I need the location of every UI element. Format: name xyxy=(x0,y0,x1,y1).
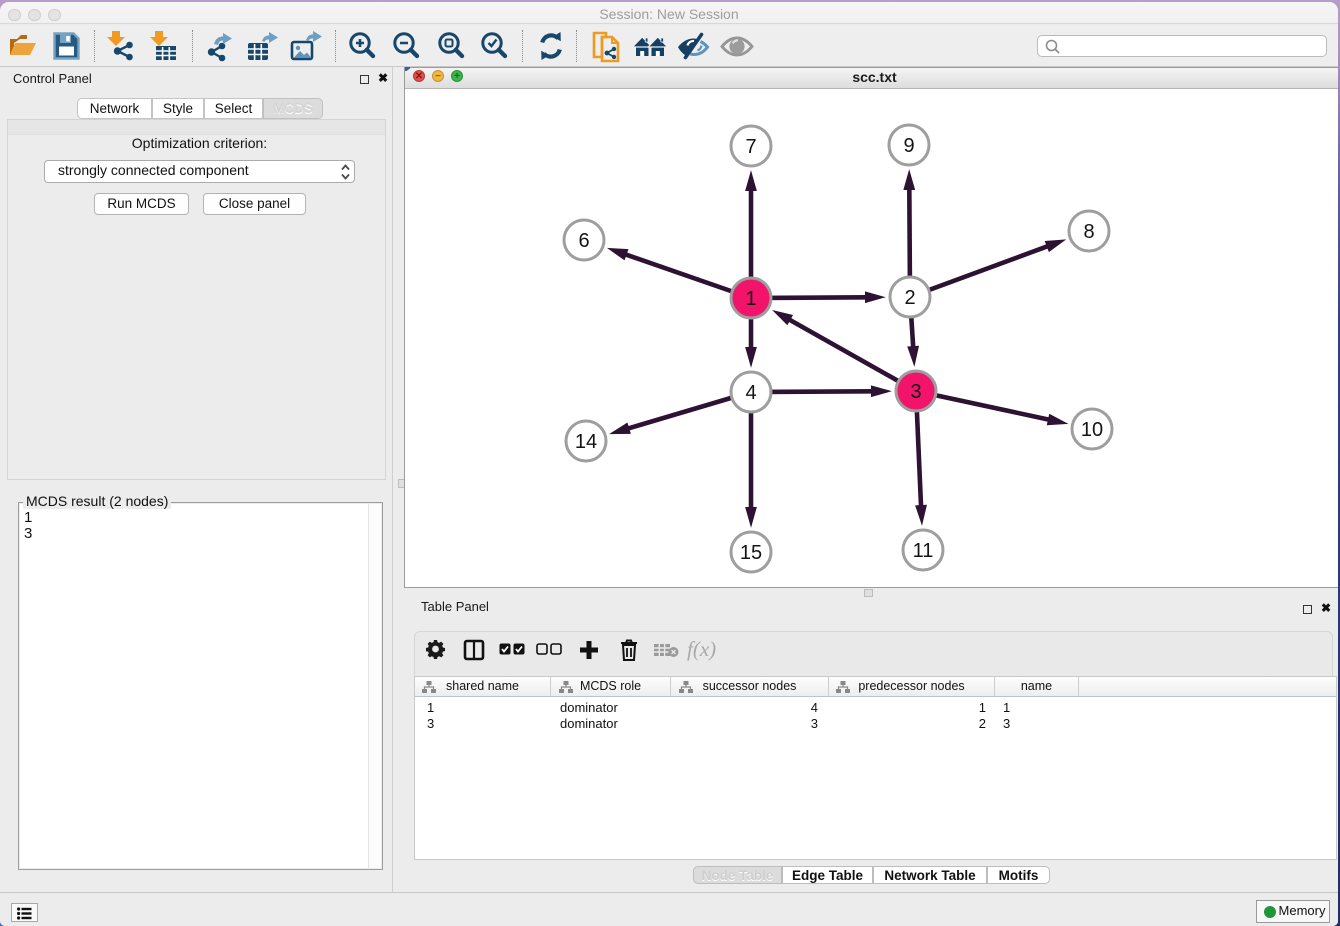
svg-text:1: 1 xyxy=(745,288,756,310)
svg-text:3: 3 xyxy=(910,381,921,403)
svg-text:9: 9 xyxy=(903,135,914,157)
svg-text:15: 15 xyxy=(740,542,762,564)
svg-text:2: 2 xyxy=(904,287,915,309)
svg-text:7: 7 xyxy=(745,136,756,158)
svg-text:10: 10 xyxy=(1081,419,1103,441)
svg-text:8: 8 xyxy=(1083,221,1094,243)
svg-text:4: 4 xyxy=(745,382,756,404)
svg-text:14: 14 xyxy=(575,431,597,453)
svg-text:11: 11 xyxy=(913,540,934,562)
svg-text:6: 6 xyxy=(578,230,589,252)
